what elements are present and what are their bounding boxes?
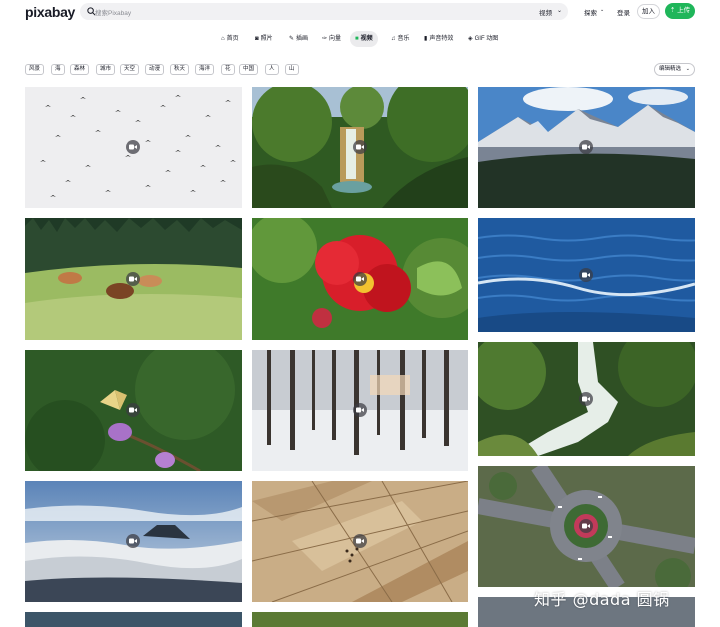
search-type-select[interactable]: 视频 bbox=[539, 7, 552, 17]
chevron-down-icon: ⌄ bbox=[600, 7, 605, 13]
sort-dropdown[interactable]: 编辑精选 ⌄ bbox=[654, 63, 695, 76]
tag-chip[interactable]: 花 bbox=[221, 64, 235, 75]
login-link[interactable]: 登录 bbox=[617, 7, 630, 17]
search-bar[interactable]: 搜索Pixabay 视频 ⌄ bbox=[80, 3, 568, 20]
video-tile-cows[interactable] bbox=[25, 218, 242, 340]
tab-videos[interactable]: ■ 视频 bbox=[350, 31, 378, 47]
tag-chip[interactable]: 城市 bbox=[96, 64, 116, 75]
video-tile-winter-forest[interactable] bbox=[252, 350, 468, 471]
video-icon bbox=[126, 403, 140, 417]
video-icon bbox=[579, 519, 593, 533]
upload-label: 上传 bbox=[677, 7, 691, 14]
video-tile-partial-1[interactable] bbox=[25, 612, 242, 627]
video-icon bbox=[126, 534, 140, 548]
tab-sound-effects[interactable]: ▮ 声音特效 bbox=[419, 31, 458, 47]
music-icon: ♫ bbox=[391, 36, 396, 42]
video-tile-birds[interactable] bbox=[25, 87, 242, 208]
tag-chip[interactable]: 海洋 bbox=[195, 64, 215, 75]
video-tile-roundabout[interactable] bbox=[478, 466, 695, 587]
tab-music[interactable]: ♫ 音乐 bbox=[386, 31, 415, 47]
video-icon bbox=[579, 392, 593, 406]
video-tile-fuji[interactable] bbox=[25, 481, 242, 602]
video-icon bbox=[579, 268, 593, 282]
video-icon bbox=[353, 534, 367, 548]
tag-chip[interactable]: 海 bbox=[51, 64, 65, 75]
tag-chip[interactable]: 秋天 bbox=[170, 64, 190, 75]
tag-chip[interactable]: 风景 bbox=[25, 64, 45, 75]
video-icon: ■ bbox=[355, 36, 359, 42]
tag-chip[interactable]: 动漫 bbox=[145, 64, 165, 75]
tag-chip[interactable]: 人 bbox=[265, 64, 279, 75]
tab-illustrations[interactable]: ✎ 插画 bbox=[284, 31, 313, 47]
video-icon bbox=[126, 272, 140, 286]
partial-thumbnail bbox=[252, 612, 468, 627]
explore-menu[interactable]: 探索 bbox=[584, 7, 597, 17]
tag-chip[interactable]: 森林 bbox=[70, 64, 90, 75]
video-tile-forest-stream[interactable] bbox=[478, 342, 695, 456]
chevron-down-icon: ⌄ bbox=[685, 66, 690, 72]
video-icon bbox=[353, 140, 367, 154]
pixabay-logo[interactable]: pixabay bbox=[25, 4, 75, 20]
camera-icon: ◙ bbox=[255, 36, 259, 42]
brush-icon: ✎ bbox=[289, 36, 295, 42]
tag-chip[interactable]: 中国 bbox=[239, 64, 259, 75]
video-tile-waterfall[interactable] bbox=[252, 87, 468, 208]
tab-gif[interactable]: ◈ GIF 动图 bbox=[463, 31, 503, 47]
join-button[interactable]: 加入 bbox=[637, 4, 660, 19]
video-tile-partial-2[interactable] bbox=[252, 612, 468, 627]
tab-photos[interactable]: ◙ 照片 bbox=[250, 31, 278, 47]
home-icon: ⌂ bbox=[221, 36, 225, 42]
video-tile-red-flower[interactable] bbox=[252, 218, 468, 340]
tag-chip[interactable]: 天空 bbox=[120, 64, 140, 75]
video-icon bbox=[353, 403, 367, 417]
upload-button[interactable]: ⇡ 上传 bbox=[665, 3, 695, 19]
video-tile-ocean[interactable] bbox=[478, 218, 695, 332]
watermark: 知乎 @dada 圆锅 bbox=[534, 590, 670, 609]
search-input[interactable]: 搜索Pixabay bbox=[95, 7, 131, 17]
sound-effects-icon: ▮ bbox=[424, 36, 428, 42]
vector-icon: ✑ bbox=[322, 36, 328, 42]
tag-chip[interactable]: 山 bbox=[285, 64, 299, 75]
top-bar: pixabay 搜索Pixabay 视频 ⌄ 探索 ⌄ 登录 加入 ⇡ 上传 bbox=[0, 0, 720, 26]
video-tile-butterfly[interactable] bbox=[25, 350, 242, 471]
video-tile-aerial-fields[interactable] bbox=[252, 481, 468, 602]
partial-thumbnail bbox=[25, 612, 242, 627]
upload-icon: ⇡ bbox=[669, 7, 676, 14]
video-icon bbox=[353, 272, 367, 286]
video-icon bbox=[126, 140, 140, 154]
chevron-down-icon: ⌄ bbox=[556, 8, 562, 14]
tab-vectors[interactable]: ✑ 向量 bbox=[317, 31, 346, 47]
tab-home[interactable]: ⌂ 首页 bbox=[216, 31, 244, 47]
video-icon bbox=[579, 140, 593, 154]
gif-icon: ◈ bbox=[468, 36, 473, 42]
video-tile-mountains[interactable] bbox=[478, 87, 695, 208]
